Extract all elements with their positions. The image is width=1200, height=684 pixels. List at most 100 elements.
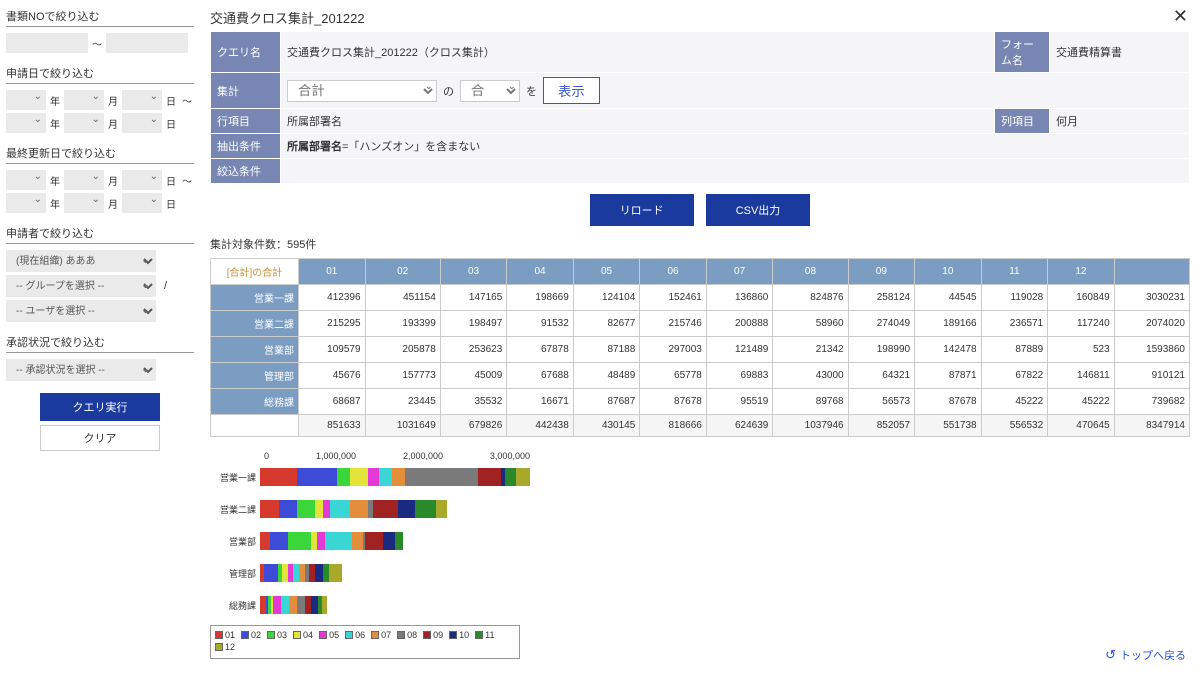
- chart-row: 営業二課: [210, 495, 530, 523]
- chart-segment: [297, 468, 337, 486]
- appfrom-year[interactable]: [6, 90, 46, 110]
- table-row: 営業部1095792058782536236787887188297003121…: [211, 337, 1190, 363]
- updto-day[interactable]: [122, 193, 162, 213]
- docno-to-input[interactable]: [106, 33, 188, 53]
- chart-segment: [273, 596, 281, 614]
- meta-form-val: 交通費精算書: [1050, 32, 1190, 73]
- table-row: 管理部4567615777345009676884848965778698834…: [211, 363, 1190, 389]
- chart-legend: 010203040506070809101112: [210, 625, 520, 659]
- col-header: 03: [440, 259, 507, 285]
- count-label: 集計対象件数：595件: [210, 236, 1190, 252]
- data-cell: 147165: [440, 285, 507, 311]
- page-title: 交通費クロス集計_201222: [210, 4, 1190, 31]
- reload-button[interactable]: リロード: [590, 194, 694, 226]
- meta-form-label: フォーム名: [995, 32, 1050, 73]
- data-cell: 56573: [848, 389, 915, 415]
- chart-segment: [383, 532, 396, 550]
- data-cell: 198990: [848, 337, 915, 363]
- chart-segment: [478, 468, 501, 486]
- agg-func-select[interactable]: 合計: [460, 80, 520, 102]
- data-cell: 35532: [440, 389, 507, 415]
- meta-row-label: 行項目: [211, 109, 281, 134]
- updfrom-year[interactable]: [6, 170, 46, 190]
- data-cell: 67688: [507, 363, 574, 389]
- data-cell: 117240: [1048, 311, 1115, 337]
- data-cell: 16671: [507, 389, 574, 415]
- grand-total: 8347914: [1114, 415, 1189, 437]
- appfrom-day[interactable]: [122, 90, 162, 110]
- legend-item: 08: [397, 630, 417, 640]
- data-cell: 236571: [981, 311, 1048, 337]
- chart-segment: [260, 500, 279, 518]
- row-total: 739682: [1114, 389, 1189, 415]
- total-cell: 1031649: [365, 415, 440, 437]
- csv-button[interactable]: CSV出力: [706, 194, 811, 226]
- meta-row-val: 所属部署名: [281, 109, 995, 134]
- data-cell: 64321: [848, 363, 915, 389]
- col-header: 10: [915, 259, 982, 285]
- data-cell: 142478: [915, 337, 982, 363]
- updto-year[interactable]: [6, 193, 46, 213]
- data-cell: 205878: [365, 337, 440, 363]
- agg-field-select[interactable]: 合計: [287, 80, 437, 102]
- chart-segment: [323, 500, 330, 518]
- data-cell: 152461: [640, 285, 707, 311]
- stacked-bar-chart: 01,000,0002,000,0003,000,000営業一課営業二課営業部管…: [210, 451, 530, 659]
- total-cell: 1037946: [773, 415, 848, 437]
- show-button[interactable]: 表示: [543, 77, 600, 104]
- legend-item: 06: [345, 630, 365, 640]
- chart-segment: [352, 532, 363, 550]
- chart-segment: [373, 500, 398, 518]
- data-cell: 65778: [640, 363, 707, 389]
- chart-segment: [368, 468, 379, 486]
- total-cell: 442438: [507, 415, 574, 437]
- docno-from-input[interactable]: [6, 33, 88, 53]
- group-select[interactable]: -- グループを選択 --: [6, 275, 156, 297]
- data-cell: 824876: [773, 285, 848, 311]
- org-select[interactable]: (現在組織) あああ: [6, 250, 156, 272]
- chart-category-label: 営業二課: [210, 503, 260, 516]
- user-select[interactable]: -- ユーザを選択 --: [6, 300, 156, 322]
- data-cell: 121489: [706, 337, 773, 363]
- clear-button[interactable]: クリア: [40, 425, 160, 451]
- data-cell: 87687: [573, 389, 640, 415]
- chart-segment: [260, 468, 297, 486]
- data-cell: 87678: [640, 389, 707, 415]
- filter-lastupd-title: 最終更新日で絞り込む: [6, 145, 194, 164]
- approval-select[interactable]: -- 承認状況を選択 --: [6, 359, 156, 381]
- data-cell: 45676: [299, 363, 366, 389]
- total-cell: 430145: [573, 415, 640, 437]
- data-cell: 45222: [1048, 389, 1115, 415]
- total-cell: 851633: [299, 415, 366, 437]
- legend-item: 07: [371, 630, 391, 640]
- total-cell: 818666: [640, 415, 707, 437]
- back-to-top-link[interactable]: トップへ戻る: [1105, 647, 1186, 663]
- col-header: 02: [365, 259, 440, 285]
- chart-segment: [264, 564, 278, 582]
- total-cell: 624639: [706, 415, 773, 437]
- chart-segment: [260, 532, 270, 550]
- appto-day[interactable]: [122, 113, 162, 133]
- updfrom-day[interactable]: [122, 170, 162, 190]
- data-cell: 274049: [848, 311, 915, 337]
- appto-year[interactable]: [6, 113, 46, 133]
- chart-segment: [270, 532, 289, 550]
- appto-month[interactable]: [64, 113, 104, 133]
- updfrom-month[interactable]: [64, 170, 104, 190]
- data-cell: 67878: [507, 337, 574, 363]
- row-total: 1593860: [1114, 337, 1189, 363]
- exec-query-button[interactable]: クエリ実行: [40, 393, 160, 421]
- row-total: 2074020: [1114, 311, 1189, 337]
- close-icon[interactable]: ✕: [1173, 6, 1188, 27]
- updto-month[interactable]: [64, 193, 104, 213]
- data-cell: 87678: [915, 389, 982, 415]
- legend-item: 10: [449, 630, 469, 640]
- chart-segment: [279, 500, 296, 518]
- chart-segment: [337, 468, 350, 486]
- meta-extract-label: 抽出条件: [211, 134, 281, 159]
- meta-query-label: クエリ名: [211, 32, 281, 73]
- data-cell: 189166: [915, 311, 982, 337]
- table-row: 営業二課215295193399198497915328267721574620…: [211, 311, 1190, 337]
- meta-refine-val: [281, 159, 1190, 184]
- appfrom-month[interactable]: [64, 90, 104, 110]
